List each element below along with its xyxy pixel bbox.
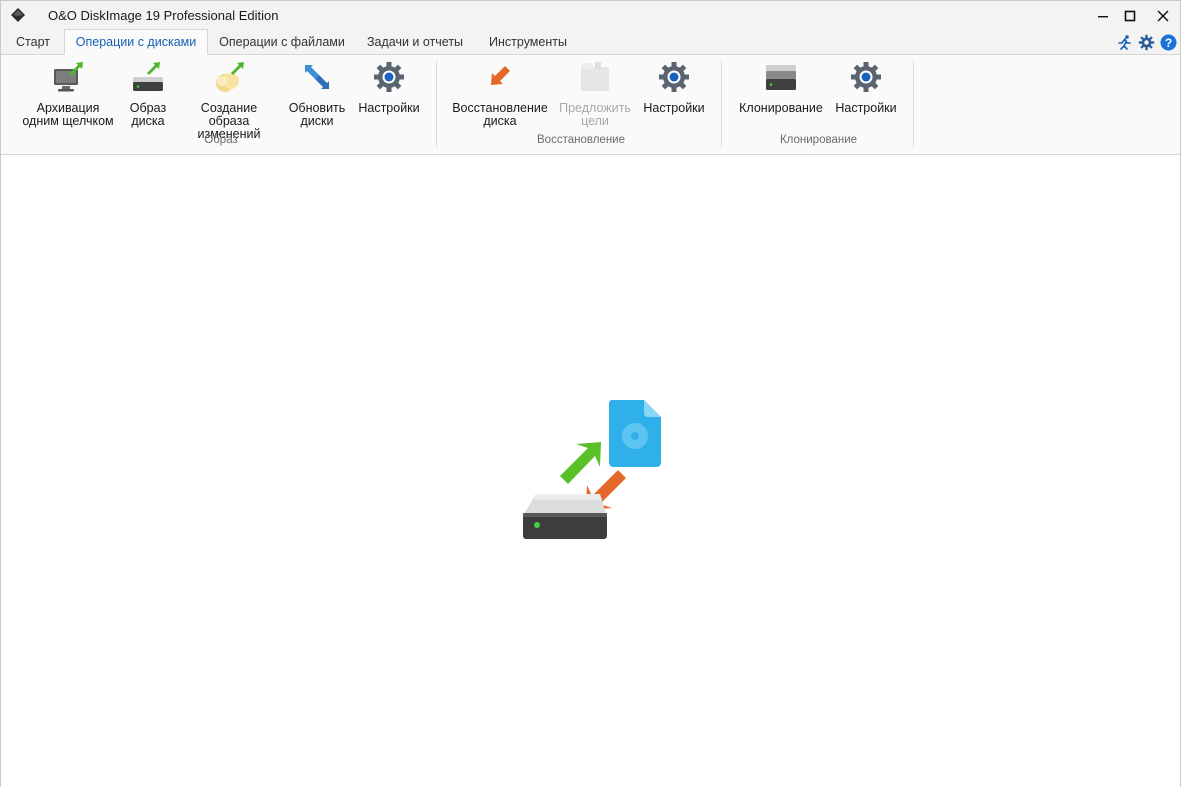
minimize-icon	[1098, 15, 1108, 17]
help-icon[interactable]: ?	[1160, 34, 1177, 51]
clone-settings-button[interactable]: Настройки	[832, 59, 900, 115]
group-separator	[721, 61, 722, 147]
window-title: O&O DiskImage 19 Professional Edition	[48, 8, 279, 23]
group-label-clone: Клонирование	[779, 134, 858, 146]
refresh-drives-button[interactable]: Обновить диски	[285, 59, 349, 128]
close-icon	[1157, 9, 1169, 22]
restore-drive-label-2: диска	[483, 114, 517, 128]
propose-target-icon	[581, 62, 609, 91]
drive-image-label-2: диска	[131, 114, 165, 128]
tab-start[interactable]: Старт	[7, 30, 59, 55]
tab-jobs-reports[interactable]: Задачи и отчеты	[362, 30, 468, 55]
title-bar: O&O DiskImage 19 Professional Edition	[1, 1, 1180, 30]
svg-text:?: ?	[1165, 36, 1172, 50]
image-settings-button[interactable]: Настройки	[355, 59, 423, 115]
clone-settings-label: Настройки	[835, 101, 897, 115]
app-window: O&O DiskImage 19 Professional Edition Ст…	[0, 0, 1181, 787]
tab-tools[interactable]: Инструменты	[481, 30, 575, 55]
group-separator	[913, 61, 914, 147]
close-button[interactable]	[1146, 1, 1180, 30]
incremental-image-label-1: Создание образа	[200, 101, 258, 128]
incremental-image-icon	[216, 62, 244, 92]
incremental-image-button[interactable]: Создание образа изменений	[179, 59, 279, 141]
ribbon-panel: Архивация одним щелчком Образ диска Созд…	[1, 55, 1180, 155]
clone-drive-button[interactable]: Клонирование	[735, 59, 827, 115]
maximize-icon	[1124, 10, 1136, 21]
propose-target-button[interactable]: Предложить цели	[557, 59, 633, 128]
restore-settings-label: Настройки	[643, 101, 705, 115]
one-click-backup-button[interactable]: Архивация одним щелчком	[17, 59, 119, 128]
gear-icon[interactable]	[1138, 34, 1155, 51]
maximize-button[interactable]	[1113, 1, 1147, 30]
run-icon[interactable]	[1116, 34, 1133, 51]
gear-icon	[851, 62, 881, 92]
group-separator	[436, 61, 437, 147]
tab-disk-operations[interactable]: Операции с дисками	[64, 29, 208, 55]
ribbon-tab-bar: Старт Операции с дисками Операции с файл…	[1, 29, 1180, 55]
refresh-drives-label-2: диски	[300, 114, 334, 128]
group-label-restore: Восстановление	[537, 134, 625, 146]
restore-drive-button[interactable]: Восстановление диска	[450, 59, 550, 128]
image-settings-label: Настройки	[358, 101, 420, 115]
restore-drive-icon	[491, 66, 510, 85]
drive-image-icon	[133, 62, 163, 91]
one-click-backup-icon	[54, 62, 83, 92]
restore-settings-button[interactable]: Настройки	[640, 59, 708, 115]
drive-image-button[interactable]: Образ диска	[123, 59, 173, 128]
clone-drive-label: Клонирование	[739, 101, 823, 115]
clone-drive-icon	[766, 65, 796, 90]
gear-icon	[659, 62, 689, 92]
app-logo-icon	[11, 8, 25, 22]
gear-icon	[374, 62, 404, 92]
refresh-drives-icon	[305, 65, 329, 89]
main-content-area	[1, 156, 1180, 787]
one-click-backup-label-2: одним щелчком	[22, 114, 114, 128]
drive-image-illustration	[523, 400, 661, 539]
tab-file-operations[interactable]: Операции с файлами	[215, 30, 349, 55]
group-label-image: Образ	[204, 134, 238, 146]
propose-target-label-2: цели	[581, 114, 609, 128]
